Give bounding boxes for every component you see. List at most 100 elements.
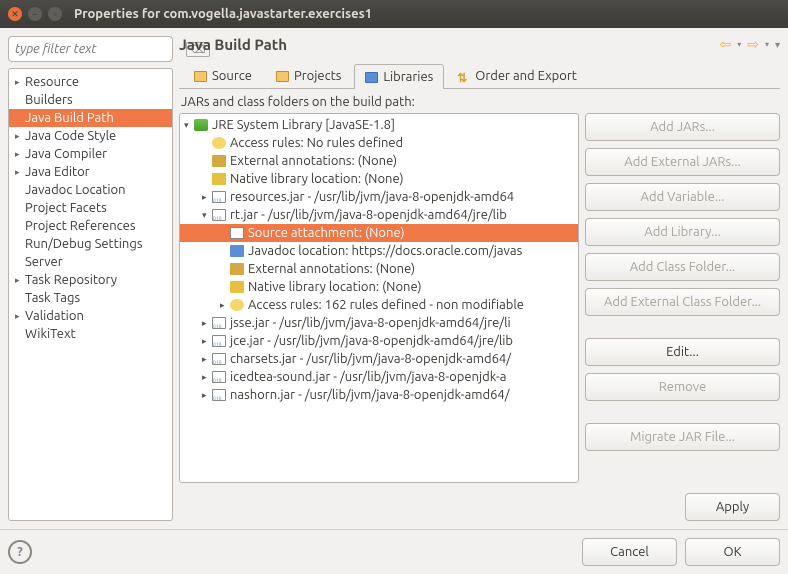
nav-item-builders[interactable]: Builders xyxy=(9,91,172,109)
tree-node[interactable]: ▸nashorn.jar - /usr/lib/jvm/java-8-openj… xyxy=(180,386,578,404)
apply-button[interactable]: Apply xyxy=(685,493,780,521)
nav-item-wikitext[interactable]: WikiText xyxy=(9,325,172,343)
tab-order[interactable]: ⇅Order and Export xyxy=(446,63,588,88)
tree-label: charsets.jar - /usr/lib/jvm/java-8-openj… xyxy=(230,352,511,366)
tab-libraries[interactable]: Libraries xyxy=(354,64,444,89)
nav-item-java-code-style[interactable]: ▸Java Code Style xyxy=(9,127,172,145)
tree-root[interactable]: ▾ JRE System Library [JavaSE-1.8] xyxy=(180,116,578,134)
tree-label: jce.jar - /usr/lib/jvm/java-8-openjdk-am… xyxy=(230,334,513,348)
tree-node[interactable]: External annotations: (None) xyxy=(180,260,578,278)
tree-node[interactable]: ▸ jce.jar - /usr/lib/jvm/java-8-openjdk-a… xyxy=(180,332,578,350)
remove-button[interactable]: Remove xyxy=(585,373,780,401)
nav-item-project-facets[interactable]: Project Facets xyxy=(9,199,172,217)
tab-projects[interactable]: Projects xyxy=(265,63,352,88)
nav-item-server[interactable]: Server xyxy=(9,253,172,271)
expand-icon: ▸ xyxy=(15,275,25,286)
filter-input[interactable] xyxy=(15,42,186,56)
tab-source[interactable]: Source xyxy=(183,63,263,88)
nav-label: Javadoc Location xyxy=(25,183,126,197)
tree-node[interactable]: ▸charsets.jar - /usr/lib/jvm/java-8-open… xyxy=(180,350,578,368)
add-library-button[interactable]: Add Library... xyxy=(585,218,780,246)
jar-icon xyxy=(212,389,226,401)
libraries-tree[interactable]: ▾ JRE System Library [JavaSE-1.8] Access r… xyxy=(179,113,579,483)
collapse-icon: ▾ xyxy=(184,120,194,131)
nav-label: Server xyxy=(25,255,63,269)
expand-icon: ▸ xyxy=(15,167,25,178)
expand-icon: ▸ xyxy=(202,318,212,329)
nav-item-resource[interactable]: ▸Resource xyxy=(9,73,172,91)
page-title: Java Build Path xyxy=(179,36,719,53)
tree-node[interactable]: ▸icedtea-sound.jar - /usr/lib/jvm/java-8… xyxy=(180,368,578,386)
nav-label: Project Facets xyxy=(25,201,107,215)
jar-icon xyxy=(212,317,226,329)
jar-icon xyxy=(212,371,226,383)
nav-label: Task Repository xyxy=(25,273,117,287)
expand-icon: ▸ xyxy=(202,336,212,347)
tree-node[interactable]: Javadoc location: https://docs.oracle.co… xyxy=(180,242,578,260)
titlebar: ✕ – ▫ Properties for com.vogella.javasta… xyxy=(0,0,788,28)
help-icon[interactable]: ? xyxy=(8,540,32,564)
nav-label: Validation xyxy=(25,309,84,323)
tree-node[interactable]: Native library location: (None) xyxy=(180,170,578,188)
nav-item-java-editor[interactable]: ▸Java Editor xyxy=(9,163,172,181)
tree-node[interactable]: ▸Access rules: 162 rules defined - non m… xyxy=(180,296,578,314)
jar-icon xyxy=(212,209,226,221)
tree-node[interactable]: Source attachment: (None) xyxy=(180,224,578,242)
ok-button[interactable]: OK xyxy=(685,538,780,566)
forward-icon[interactable]: ⇨ xyxy=(747,36,759,53)
filter-box[interactable]: ⌫ xyxy=(8,36,173,62)
expand-icon: ▸ xyxy=(220,300,230,311)
nav-item-validation[interactable]: ▸Validation xyxy=(9,307,172,325)
minimize-icon[interactable]: – xyxy=(28,7,42,21)
view-menu-icon[interactable]: ▾ xyxy=(775,39,780,51)
maximize-icon[interactable]: ▫ xyxy=(48,7,62,21)
tree-node[interactable]: ▸resources.jar - /usr/lib/jvm/java-8-ope… xyxy=(180,188,578,206)
folder-icon xyxy=(276,71,289,82)
expand-icon: ▸ xyxy=(15,131,25,142)
nav-item-javadoc-location[interactable]: Javadoc Location xyxy=(9,181,172,199)
rule-icon xyxy=(212,137,226,149)
tree-label: nashorn.jar - /usr/lib/jvm/java-8-openjd… xyxy=(230,388,510,402)
tree-node[interactable]: External annotations: (None) xyxy=(180,152,578,170)
edit-button[interactable]: Edit... xyxy=(585,338,780,366)
nav-item-project-references[interactable]: Project References xyxy=(9,217,172,235)
tree-label: JRE System Library [JavaSE-1.8] xyxy=(212,118,395,132)
expand-icon: ▸ xyxy=(15,311,25,322)
tree-label: External annotations: (None) xyxy=(230,154,397,168)
tabs: Source Projects Libraries ⇅Order and Exp… xyxy=(179,63,780,89)
add-class-folder-button[interactable]: Add Class Folder... xyxy=(585,253,780,281)
tree-node[interactable]: ▾ rt.jar - /usr/lib/jvm/java-8-openjdk-am… xyxy=(180,206,578,224)
forward-menu-icon[interactable]: ▾ xyxy=(765,40,769,49)
add-external-jars-button[interactable]: Add External JARs... xyxy=(585,148,780,176)
native-icon xyxy=(230,281,244,293)
library-icon xyxy=(365,72,378,83)
nav-item-task-repository[interactable]: ▸Task Repository xyxy=(9,271,172,289)
back-icon[interactable]: ⇦ xyxy=(719,36,731,53)
migrate-jar-button[interactable]: Migrate JAR File... xyxy=(585,423,780,451)
close-icon[interactable]: ✕ xyxy=(8,7,22,21)
nav-item-java-build-path[interactable]: Java Build Path xyxy=(9,109,172,127)
library-icon xyxy=(194,119,208,131)
tree-node[interactable]: Native library location: (None) xyxy=(180,278,578,296)
add-variable-button[interactable]: Add Variable... xyxy=(585,183,780,211)
nav-item-run-debug-settings[interactable]: Run/Debug Settings xyxy=(9,235,172,253)
add-jars-button[interactable]: Add JARs... xyxy=(585,113,780,141)
expand-icon: ▸ xyxy=(15,149,25,160)
tree-node[interactable]: ▸jsse.jar - /usr/lib/jvm/java-8-openjdk-… xyxy=(180,314,578,332)
rule-icon xyxy=(230,299,244,311)
add-external-class-folder-button[interactable]: Add External Class Folder... xyxy=(585,288,780,316)
nav-item-task-tags[interactable]: Task Tags xyxy=(9,289,172,307)
back-menu-icon[interactable]: ▾ xyxy=(737,40,741,49)
nav-item-java-compiler[interactable]: ▸Java Compiler xyxy=(9,145,172,163)
nav-label: Java Compiler xyxy=(25,147,107,161)
doc-icon xyxy=(230,245,244,257)
sidebar: ⌫ ▸ResourceBuildersJava Build Path▸Java … xyxy=(8,36,173,521)
window-title: Properties for com.vogella.javastarter.e… xyxy=(74,7,372,21)
tree-node[interactable]: Access rules: No rules defined xyxy=(180,134,578,152)
expand-icon: ▾ xyxy=(202,210,212,221)
order-icon: ⇅ xyxy=(457,71,470,82)
annot-icon xyxy=(212,155,226,167)
cancel-button[interactable]: Cancel xyxy=(582,538,677,566)
tree-label: rt.jar - /usr/lib/jvm/java-8-openjdk-amd… xyxy=(230,208,507,222)
expand-icon: ▸ xyxy=(202,192,212,203)
